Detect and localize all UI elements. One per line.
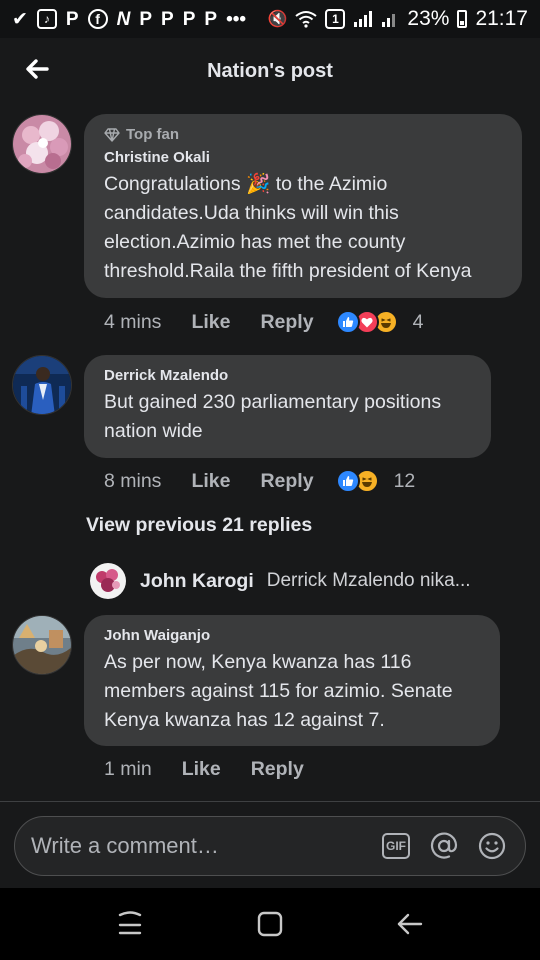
comment-time[interactable]: 1 min [104,758,152,781]
page-title: Nation's post [207,59,333,82]
header: Nation's post [0,38,540,104]
facebook-icon: f [87,9,108,29]
comment-author[interactable]: Christine Okali [104,149,502,166]
pinterest-icon: P [204,8,218,30]
emoji-button[interactable] [475,829,509,863]
system-status: 🔇 1 23% 21:17 [267,7,528,31]
comment-input[interactable] [31,833,379,859]
reaction-summary[interactable] [335,469,379,493]
like-reaction-icon [335,310,360,334]
composer-icons: GIF [379,829,509,863]
comment-time[interactable]: 8 mins [104,470,161,493]
reaction-summary[interactable] [335,310,398,334]
arrow-left-icon [26,59,49,79]
wifi-icon [295,11,318,28]
top-fan-label: Top fan [126,126,180,143]
avatar[interactable] [12,114,72,174]
reaction-count: 12 [393,469,416,492]
comment-author[interactable]: John Waiganjo [104,627,480,644]
sim-badge: 1 [325,9,346,29]
view-previous-replies-link[interactable]: View previous 21 replies [86,514,312,537]
gif-button[interactable]: GIF [379,829,413,863]
reaction-count: 4 [412,310,424,333]
more-notifications-icon: ••• [226,8,247,30]
top-fan-badge: Top fan [104,126,502,143]
recent-apps-button[interactable] [100,894,160,954]
comment-author[interactable]: Derrick Mzalendo [104,367,471,384]
like-button[interactable]: Like [191,470,230,493]
like-button[interactable]: Like [191,311,230,334]
recent-apps-icon [118,911,142,935]
mention-button[interactable] [427,829,461,863]
status-bar: ✔ ♪ P f N P P P P ••• 🔇 1 23% 21:17 [0,0,540,38]
comment-text: But gained 230 parliamentary positions n… [104,391,442,442]
signal-icon [354,11,373,27]
back-button[interactable] [20,52,54,86]
tiktok-icon: ♪ [36,9,57,29]
checkmark-icon: ✔ [12,8,28,30]
comment-time[interactable]: 4 mins [104,311,161,334]
notification-icons: ✔ ♪ P f N P P P P ••• [12,9,246,29]
home-icon [257,911,283,937]
divider [0,801,540,802]
battery-percent: 23% [407,7,450,30]
at-icon [430,832,458,859]
battery-icon [457,10,468,28]
comment-bubble[interactable]: John Waiganjo As per now, Kenya kwanza h… [84,615,500,746]
gif-icon: GIF [382,833,410,859]
reply-button[interactable]: Reply [260,311,313,334]
avatar[interactable] [12,355,72,415]
system-navigation-bar [0,888,540,960]
comment-text: As per now, Kenya kwanza has 116 members… [104,651,453,731]
comment-actions: 8 mins Like Reply 12 [104,469,415,493]
reply-button[interactable]: Reply [260,470,313,493]
like-button[interactable]: Like [182,758,221,781]
home-button[interactable] [240,894,300,954]
reply-author[interactable]: John Karogi [140,570,254,593]
avatar[interactable] [12,615,72,675]
pinterest-icon: P [65,8,79,30]
avatar[interactable] [90,563,126,599]
like-reaction-icon [335,469,360,493]
comment-composer: GIF [14,816,526,876]
comment-bubble[interactable]: Derrick Mzalendo But gained 230 parliame… [84,355,491,458]
reply-button[interactable]: Reply [251,758,304,781]
back-nav-button[interactable] [380,894,440,954]
diamond-icon [104,127,120,142]
reply-snippet: Derrick Mzalendo nika... [266,570,471,591]
mute-icon: 🔇 [267,11,288,28]
clock: 21:17 [475,7,528,30]
pinterest-icon: P [182,8,196,30]
back-nav-icon [397,913,423,935]
comment-actions: 1 min Like Reply [104,758,334,781]
signal-icon [382,14,396,27]
smiley-icon [478,832,506,860]
pinterest-icon: P [139,8,153,30]
reply-preview[interactable]: John Karogi Derrick Mzalendo nika... [90,562,471,600]
comment-actions: 4 mins Like Reply 4 [104,310,423,334]
comment-bubble[interactable]: Top fan Christine Okali Congratulations … [84,114,522,298]
news-icon: N [116,8,131,30]
comment-text: Congratulations 🎉 to the Azimio candidat… [104,173,472,282]
pinterest-icon: P [161,8,174,30]
